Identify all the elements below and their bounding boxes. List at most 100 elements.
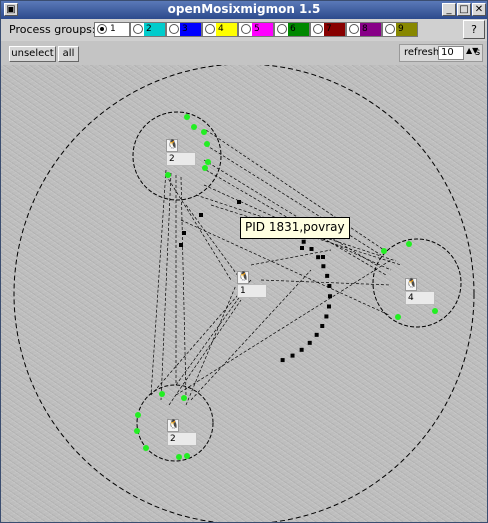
process-group-radio[interactable] — [205, 24, 215, 34]
process-dot — [134, 428, 140, 434]
close-button[interactable]: ✕ — [472, 3, 486, 16]
cluster-canvas[interactable]: 🐧 2 🐧 1 🐧 4 🐧 2 PID 1831,povray — [1, 65, 487, 522]
migration-dot — [327, 294, 332, 299]
process-dot — [201, 129, 207, 135]
process-group-radio[interactable] — [133, 24, 143, 34]
process-dot — [432, 308, 438, 314]
migration-dot — [299, 347, 304, 352]
refresh-control: refresh 10 ▲▼ s — [399, 44, 483, 62]
select-all-button[interactable]: all — [58, 46, 79, 62]
process-group-swatch: 5 — [252, 23, 273, 36]
node-label: 2 — [166, 152, 196, 166]
migration-dot — [327, 283, 332, 288]
process-group-radio[interactable] — [169, 24, 179, 34]
migration-line — [175, 259, 392, 396]
node-label: 4 — [405, 291, 435, 305]
process-group-8[interactable]: 8 — [346, 22, 382, 37]
process-dot — [184, 453, 190, 459]
process-dot — [204, 141, 210, 147]
process-group-radio[interactable] — [277, 24, 287, 34]
migration-dot — [290, 353, 295, 358]
migration-dot — [307, 340, 312, 345]
migration-dot — [324, 314, 329, 319]
process-group-5[interactable]: 5 — [238, 22, 274, 37]
process-group-swatch: 6 — [288, 23, 309, 36]
process-group-radio[interactable] — [349, 24, 359, 34]
process-tooltip: PID 1831,povray — [240, 217, 350, 239]
process-group-radio[interactable] — [241, 24, 251, 34]
process-group-2[interactable]: 2 — [130, 22, 166, 37]
process-dot — [159, 391, 165, 397]
process-group-swatch: 4 — [216, 23, 237, 36]
process-dot — [184, 114, 190, 120]
migration-dot — [182, 231, 186, 235]
migration-dot — [301, 239, 306, 244]
process-dot — [381, 248, 387, 254]
process-group-swatch: 2 — [144, 23, 165, 36]
migration-dot — [326, 304, 331, 309]
node-label: 1 — [237, 284, 267, 298]
migration-line — [168, 299, 242, 406]
process-group-7[interactable]: 7 — [310, 22, 346, 37]
process-group-9[interactable]: 9 — [382, 22, 418, 37]
process-dot — [205, 159, 211, 165]
migration-line — [185, 204, 242, 281]
process-groups-label: Process groups: — [9, 23, 96, 36]
migration-line — [150, 169, 167, 396]
process-group-swatch: 7 — [324, 23, 345, 36]
migration-line — [150, 279, 252, 396]
migration-dot — [280, 358, 285, 363]
tux-icon: 🐧 — [167, 419, 180, 432]
migration-line — [160, 172, 172, 401]
window-title: openMosixmigmon 1.5 — [167, 2, 321, 16]
process-group-1[interactable]: 1 — [94, 22, 130, 37]
process-group-swatch: 8 — [360, 23, 381, 36]
help-button[interactable]: ? — [463, 20, 485, 39]
process-dot — [135, 412, 141, 418]
process-dot — [202, 165, 208, 171]
minimize-button[interactable]: _ — [442, 3, 456, 16]
process-group-radio[interactable] — [97, 24, 107, 34]
tux-icon: 🐧 — [405, 278, 418, 291]
migration-dot — [300, 246, 304, 250]
maximize-button[interactable]: □ — [457, 3, 471, 16]
migration-line — [185, 284, 237, 406]
process-dot — [143, 445, 149, 451]
process-group-swatch: 1 — [108, 23, 129, 36]
process-dot — [191, 124, 197, 130]
process-dot — [406, 241, 412, 247]
process-dot — [176, 454, 182, 460]
refresh-unit-label: s — [475, 47, 481, 58]
migration-line — [180, 176, 187, 396]
process-group-6[interactable]: 6 — [274, 22, 310, 37]
process-dot — [395, 314, 401, 320]
process-group-swatch: 9 — [396, 23, 417, 36]
node-label: 2 — [167, 432, 197, 446]
tux-icon: 🐧 — [166, 139, 179, 152]
process-group-radio[interactable] — [313, 24, 323, 34]
process-group-swatch: 3 — [180, 23, 201, 36]
app-window: ▣ openMosixmigmon 1.5 _ □ ✕ Process grou… — [0, 0, 488, 523]
migration-dot — [314, 332, 319, 337]
refresh-interval-field[interactable]: 10 — [438, 46, 464, 60]
process-group-radio[interactable] — [385, 24, 395, 34]
migration-line — [260, 279, 392, 286]
migration-line — [175, 294, 242, 386]
process-group-3[interactable]: 3 — [166, 22, 202, 37]
tux-icon: 🐧 — [237, 271, 250, 284]
process-group-4[interactable]: 4 — [202, 22, 238, 37]
title-bar[interactable]: ▣ openMosixmigmon 1.5 _ □ ✕ — [1, 1, 487, 19]
migration-dot — [325, 273, 330, 278]
migration-dot — [321, 264, 326, 269]
refresh-label: refresh — [404, 47, 440, 58]
migration-dot — [320, 323, 325, 328]
process-groups-toolbar: Process groups: 1 2 3 4 5 6 7 8 9 ? — [1, 19, 487, 41]
migration-dot — [309, 246, 314, 251]
unselect-button[interactable]: unselect — [9, 46, 56, 62]
process-dot — [181, 395, 187, 401]
migration-dot — [237, 200, 241, 204]
migration-dot — [199, 213, 203, 217]
migration-dot — [316, 255, 321, 260]
migration-dot — [179, 243, 183, 247]
migration-dot — [321, 255, 325, 259]
